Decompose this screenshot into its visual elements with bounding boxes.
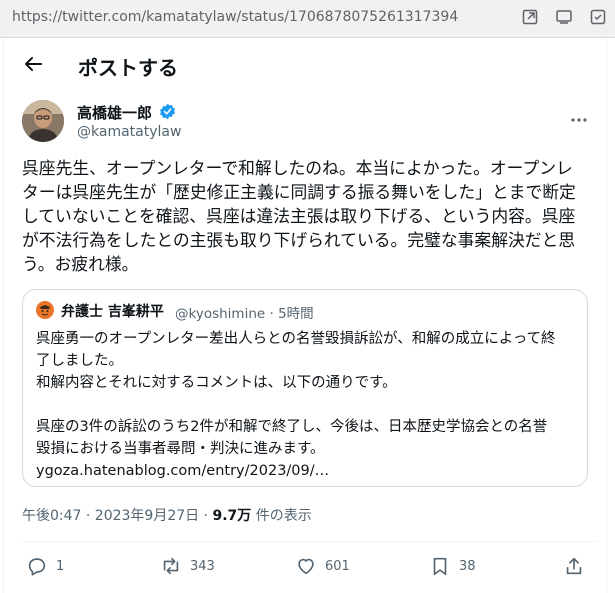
url-text[interactable]: https://twitter.com/kamatatylaw/status/1… — [12, 9, 458, 25]
quote-link[interactable]: ygoza.hatenablog.com/entry/2023/09/… — [36, 460, 581, 482]
quote-text-line — [36, 394, 581, 416]
reply-icon — [28, 558, 46, 576]
author-name[interactable]: 高橋雄一郎 — [77, 102, 152, 123]
more-icon[interactable] — [570, 108, 588, 122]
quote-text-line: 和解内容とそれに対するコメントは、以下の通りです。 — [36, 375, 397, 391]
post-text: 呉座先生、オープンレターで和解したのね。本当によかった。オープンレ ターは呉座先… — [22, 156, 592, 276]
post-text-line: していないことを確認、呉座は違法主張は取り下げる、という内容。呉座 — [22, 206, 576, 226]
verified-badge-icon — [159, 103, 176, 120]
browser-url-bar: https://twitter.com/kamatatylaw/status/1… — [0, 0, 615, 38]
extension-icon[interactable] — [589, 8, 607, 26]
reply-count: 1 — [56, 558, 65, 574]
open-external-icon[interactable] — [521, 8, 539, 26]
quote-text-line: 呉座勇一のオープンレター差出人らとの名誉毀損訴訟が、和解の成立によって終 — [36, 331, 556, 347]
post-meta: 午後0:47 · 2023年9月27日 · 9.7万 件の表示 — [22, 505, 312, 525]
page-title: ポストする — [78, 56, 178, 80]
like-count: 601 — [325, 558, 350, 574]
quote-author-handle: @kyoshimine · 5時間 — [175, 306, 314, 322]
like-button[interactable]: 601 — [295, 554, 350, 578]
quote-avatar — [36, 301, 54, 319]
cast-icon[interactable] — [555, 8, 573, 26]
quoted-post[interactable]: 弁護士 吉峯耕平 @kyoshimine · 5時間 呉座勇一のオープンレター差… — [22, 289, 588, 487]
bookmark-icon — [433, 557, 447, 576]
quote-text: 呉座勇一のオープンレター差出人らとの名誉毀損訴訟が、和解の成立によって終 了しま… — [36, 328, 581, 482]
post-text-line: う。お疲れ様。 — [22, 254, 139, 274]
action-bar: 1 343 601 38 — [0, 554, 600, 582]
post-text-line: ターは呉座先生が「歴史修正主義に同調する振る舞いをした」とまで断定 — [22, 182, 576, 202]
repost-count: 343 — [190, 558, 215, 574]
bookmark-button[interactable]: 38 — [429, 554, 476, 578]
share-button[interactable] — [563, 554, 585, 578]
repost-button[interactable]: 343 — [160, 554, 215, 578]
browser-actions — [521, 8, 607, 26]
page-header: ポストする — [0, 50, 600, 80]
post-text-line: が不法行為をしたとの主張も取り下げられている。完璧な事案解決だと思 — [22, 230, 576, 250]
quote-text-line: 毀損における当事者尋問・判決に進みます。 — [36, 441, 325, 457]
repost-icon — [163, 557, 179, 575]
avatar[interactable] — [22, 100, 64, 142]
share-icon — [566, 557, 582, 575]
quote-author-name: 弁護士 吉峯耕平 — [61, 304, 164, 320]
divider — [22, 541, 597, 542]
quote-text-line: 了しました。 — [36, 353, 123, 369]
post-detail-page: ポストする 高橋雄一郎 @kamatatylaw 呉座先生、オープンレターで和解… — [0, 38, 615, 593]
author-handle[interactable]: @kamatatylaw — [77, 124, 181, 140]
like-icon — [298, 558, 314, 575]
reply-button[interactable]: 1 — [26, 554, 64, 578]
views-count: 9.7万 — [212, 508, 252, 524]
back-arrow-icon[interactable] — [22, 53, 44, 75]
views-label: 件の表示 — [255, 508, 312, 524]
quote-text-line: 呉座の3件の訴訟のうち2件が和解で終了し、今後は、日本歴史学協会との名誉 — [36, 419, 548, 435]
post-author: 高橋雄一郎 @kamatatylaw — [22, 100, 597, 146]
post-text-line: 呉座先生、オープンレターで和解したのね。本当によかった。オープンレ — [22, 158, 573, 178]
bookmark-count: 38 — [459, 558, 476, 574]
post-timestamp[interactable]: 午後0:47 · 2023年9月27日 · — [22, 508, 208, 524]
